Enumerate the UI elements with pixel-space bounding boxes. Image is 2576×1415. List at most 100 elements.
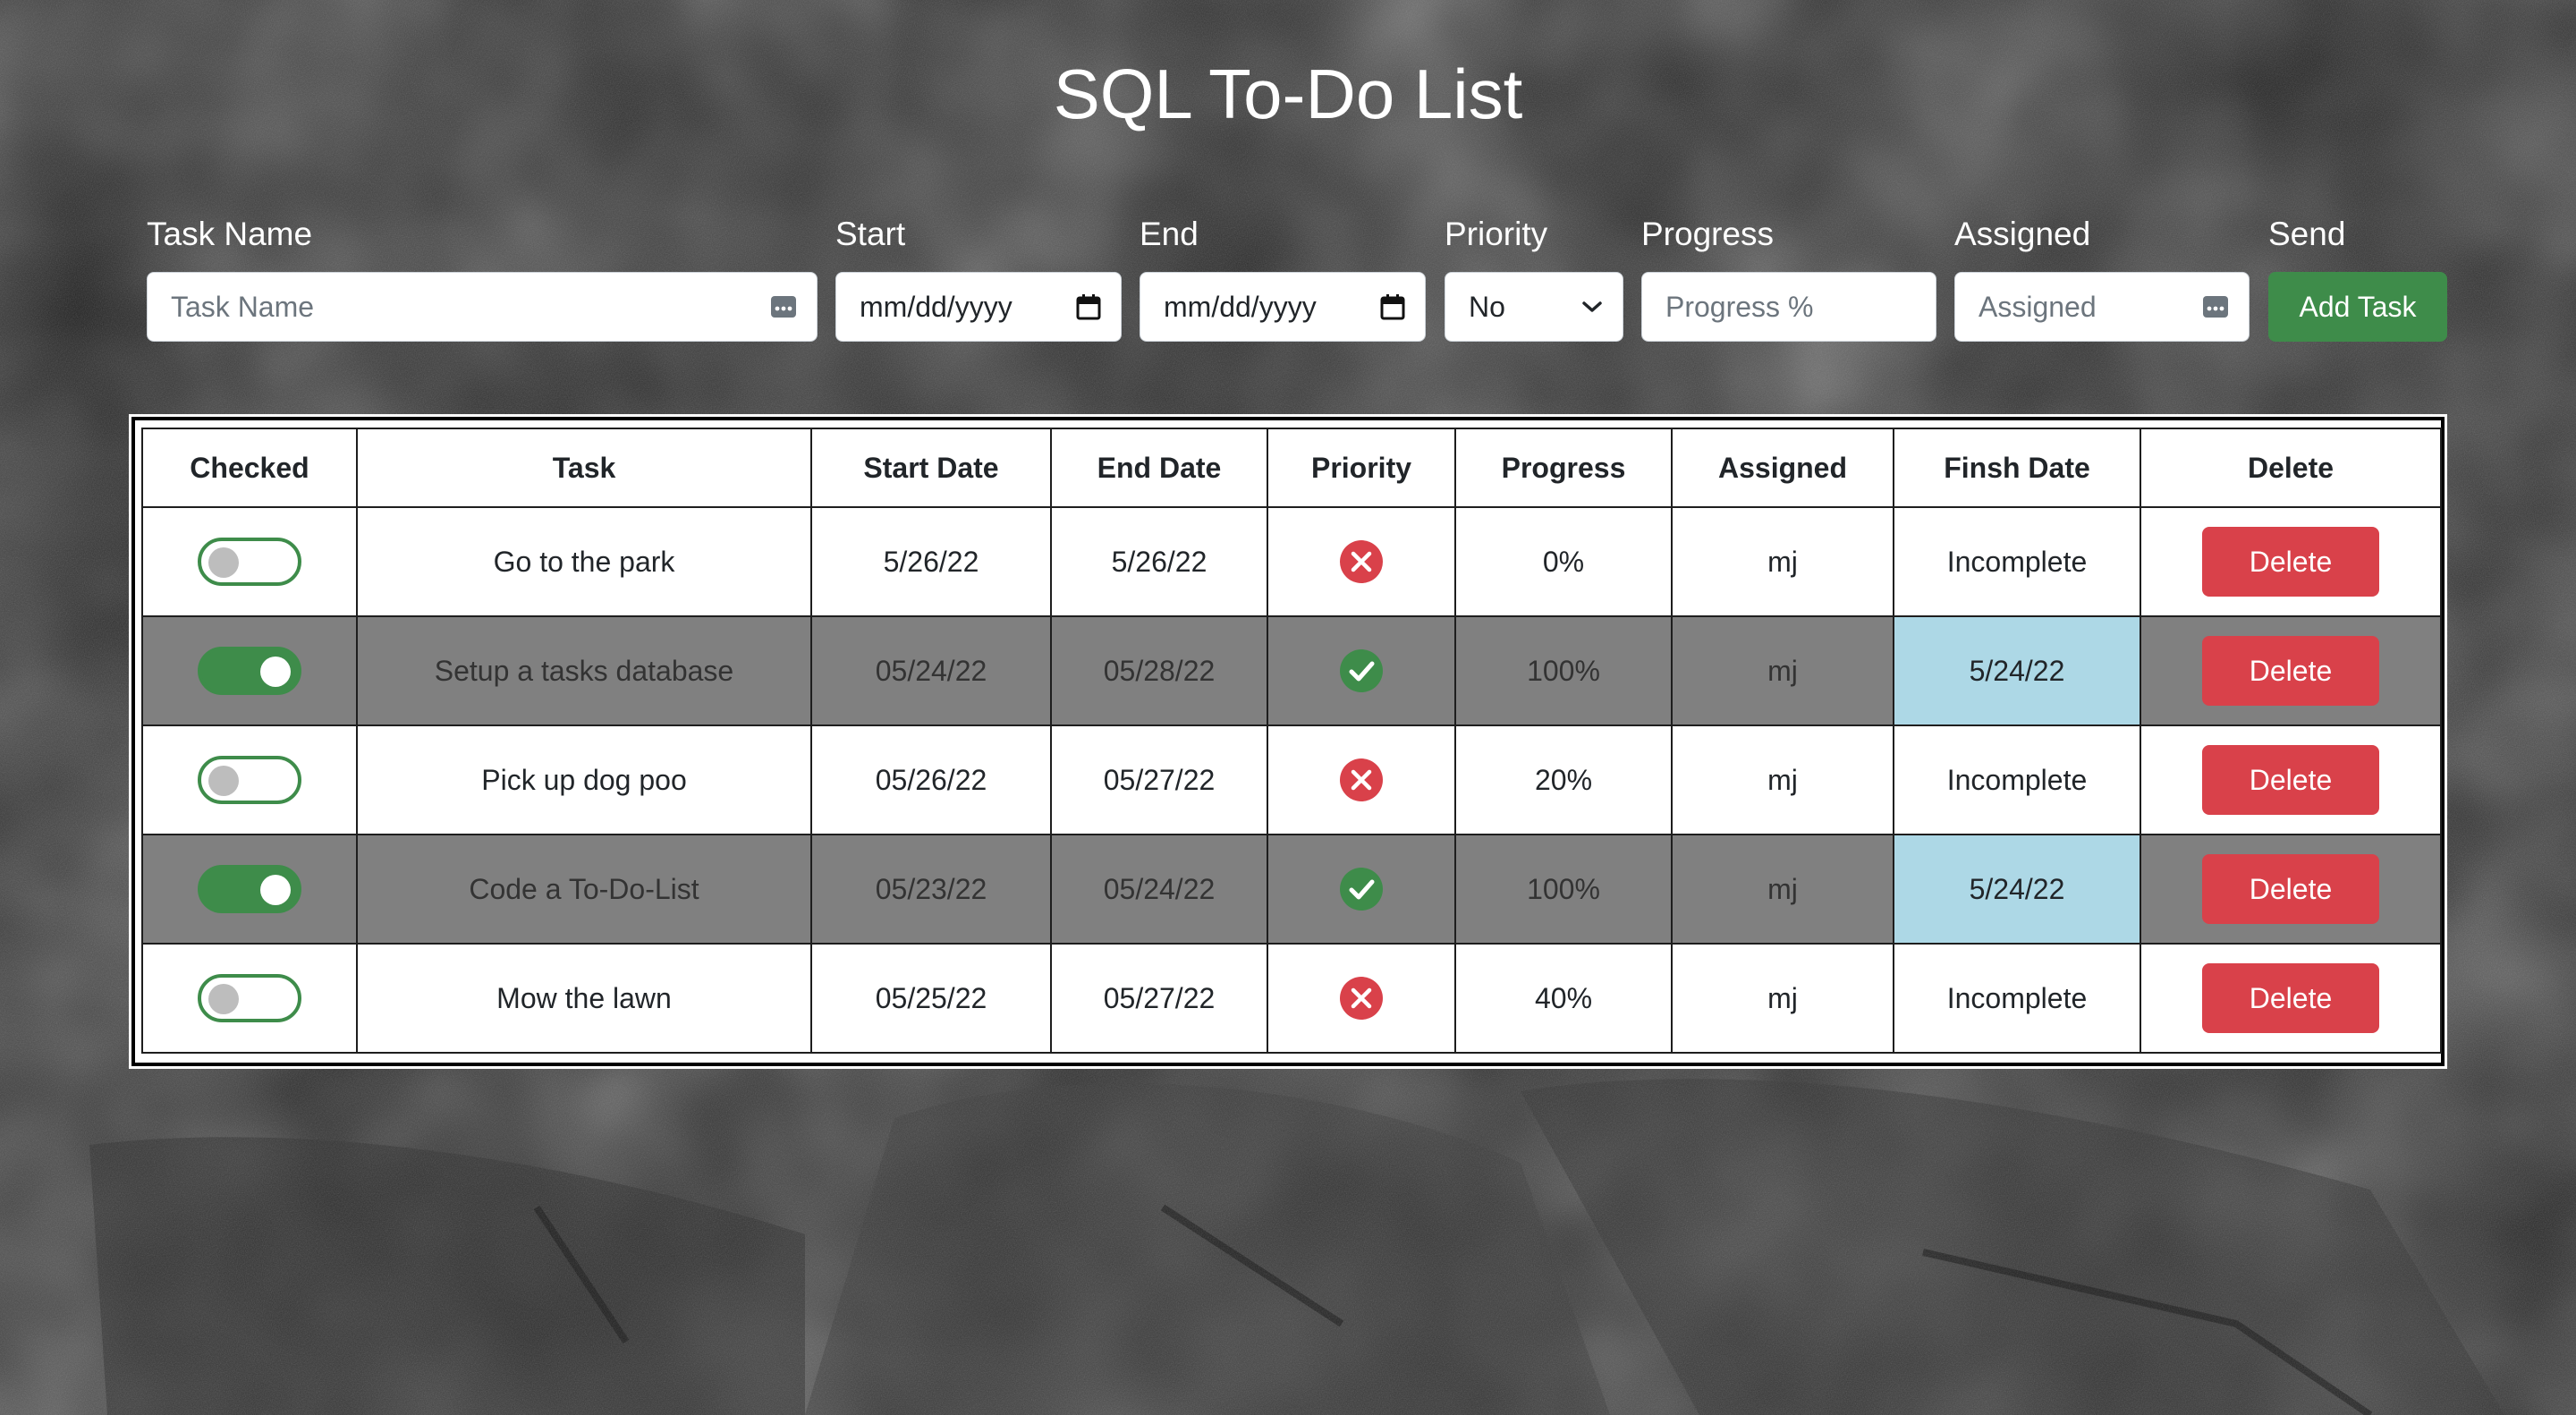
start-date-value: mm/dd/yyyy	[860, 290, 1013, 323]
assigned-cell: mj	[1671, 834, 1894, 945]
end-date-cell: 05/27/22	[1050, 724, 1268, 835]
assigned-label: Assigned	[1954, 216, 2091, 252]
priority-cell	[1267, 506, 1456, 617]
toggle-knob	[208, 984, 239, 1014]
table-row: Mow the lawn 05/25/22 05/27/22 40% mj In…	[141, 943, 2442, 1054]
assigned-cell: mj	[1671, 724, 1894, 835]
progress-cell: 40%	[1454, 943, 1673, 1054]
header-finish-date: Finsh Date	[1893, 428, 2141, 508]
header-progress: Progress	[1454, 428, 1673, 508]
progress-cell: 0%	[1454, 506, 1673, 617]
autofill-icon[interactable]	[770, 295, 797, 318]
calendar-icon[interactable]	[1380, 293, 1405, 320]
finish-date-cell: Incomplete	[1893, 724, 2141, 835]
task-cell: Code a To-Do-List	[356, 834, 812, 945]
progress-cell: 100%	[1454, 615, 1673, 726]
add-task-button[interactable]: Add Task	[2268, 272, 2447, 342]
priority-select[interactable]: No	[1445, 272, 1623, 342]
delete-cell: Delete	[2140, 724, 2442, 835]
priority-cell	[1267, 943, 1456, 1054]
send-label: Send	[2268, 216, 2346, 252]
priority-selected-value: No	[1469, 290, 1505, 323]
progress-label: Progress	[1641, 216, 1775, 252]
x-icon	[1340, 977, 1383, 1020]
start-date-cell: 05/26/22	[810, 724, 1052, 835]
end-date-cell: 05/28/22	[1050, 615, 1268, 726]
table-row: Code a To-Do-List 05/23/22 05/24/22 100%…	[141, 834, 2442, 945]
end-date-input[interactable]: mm/dd/yyyy	[1140, 272, 1426, 342]
table-row: Pick up dog poo 05/26/22 05/27/22 20% mj…	[141, 724, 2442, 835]
delete-button[interactable]: Delete	[2202, 527, 2379, 597]
header-priority: Priority	[1267, 428, 1456, 508]
end-label: End	[1140, 216, 1199, 252]
task-name-input[interactable]: Task Name	[147, 272, 818, 342]
page-title: SQL To-Do List	[1053, 55, 1523, 133]
start-date-cell: 05/23/22	[810, 834, 1052, 945]
finish-date-cell: 5/24/22	[1893, 834, 2141, 945]
checked-toggle[interactable]	[198, 974, 301, 1022]
checked-toggle[interactable]	[198, 647, 301, 695]
toggle-knob	[260, 657, 291, 687]
checked-cell	[141, 834, 358, 945]
header-checked: Checked	[141, 428, 358, 508]
start-date-cell: 5/26/22	[810, 506, 1052, 617]
task-cell: Go to the park	[356, 506, 812, 617]
checked-cell	[141, 724, 358, 835]
delete-button[interactable]: Delete	[2202, 636, 2379, 706]
check-icon	[1340, 868, 1383, 911]
calendar-icon[interactable]	[1076, 293, 1101, 320]
toggle-knob	[260, 875, 291, 905]
task-cell: Pick up dog poo	[356, 724, 812, 835]
assigned-cell: mj	[1671, 943, 1894, 1054]
tasks-table: Checked Task Start Date End Date Priorit…	[141, 428, 2442, 1054]
x-icon	[1340, 758, 1383, 801]
task-name-placeholder: Task Name	[171, 290, 315, 323]
delete-cell: Delete	[2140, 506, 2442, 617]
header-assigned: Assigned	[1671, 428, 1894, 508]
end-date-cell: 05/27/22	[1050, 943, 1268, 1054]
x-icon	[1340, 540, 1383, 583]
table-header-row: Checked Task Start Date End Date Priorit…	[141, 428, 2442, 508]
toggle-knob	[208, 547, 239, 578]
delete-button[interactable]: Delete	[2202, 854, 2379, 924]
page: SQL To-Do List Task Name Start End Prior…	[0, 0, 2576, 1415]
checked-cell	[141, 506, 358, 617]
check-icon	[1340, 649, 1383, 692]
task-cell: Mow the lawn	[356, 943, 812, 1054]
header-delete: Delete	[2140, 428, 2442, 508]
checked-toggle[interactable]	[198, 756, 301, 804]
delete-button[interactable]: Delete	[2202, 745, 2379, 815]
priority-cell	[1267, 615, 1456, 726]
assigned-input[interactable]: Assigned	[1954, 272, 2250, 342]
chevron-down-icon	[1581, 300, 1603, 314]
checked-toggle[interactable]	[198, 865, 301, 913]
header-start-date: Start Date	[810, 428, 1052, 508]
start-date-cell: 05/25/22	[810, 943, 1052, 1054]
checked-cell	[141, 615, 358, 726]
autofill-icon[interactable]	[2202, 295, 2229, 318]
finish-date-cell: Incomplete	[1893, 943, 2141, 1054]
finish-date-cell: 5/24/22	[1893, 615, 2141, 726]
delete-button[interactable]: Delete	[2202, 963, 2379, 1033]
progress-cell: 20%	[1454, 724, 1673, 835]
header-end-date: End Date	[1050, 428, 1268, 508]
table-row: Go to the park 5/26/22 5/26/22 0% mj Inc…	[141, 506, 2442, 617]
priority-cell	[1267, 724, 1456, 835]
start-date-cell: 05/24/22	[810, 615, 1052, 726]
delete-cell: Delete	[2140, 834, 2442, 945]
assigned-cell: mj	[1671, 506, 1894, 617]
delete-cell: Delete	[2140, 615, 2442, 726]
priority-label: Priority	[1445, 216, 1548, 252]
end-date-cell: 05/24/22	[1050, 834, 1268, 945]
start-date-input[interactable]: mm/dd/yyyy	[835, 272, 1122, 342]
start-label: Start	[835, 216, 906, 252]
end-date-value: mm/dd/yyyy	[1164, 290, 1317, 323]
progress-cell: 100%	[1454, 834, 1673, 945]
checked-toggle[interactable]	[198, 538, 301, 586]
finish-date-cell: Incomplete	[1893, 506, 2141, 617]
progress-input[interactable]: Progress %	[1641, 272, 1936, 342]
toggle-knob	[208, 766, 239, 796]
task-cell: Setup a tasks database	[356, 615, 812, 726]
header-task: Task	[356, 428, 812, 508]
priority-cell	[1267, 834, 1456, 945]
